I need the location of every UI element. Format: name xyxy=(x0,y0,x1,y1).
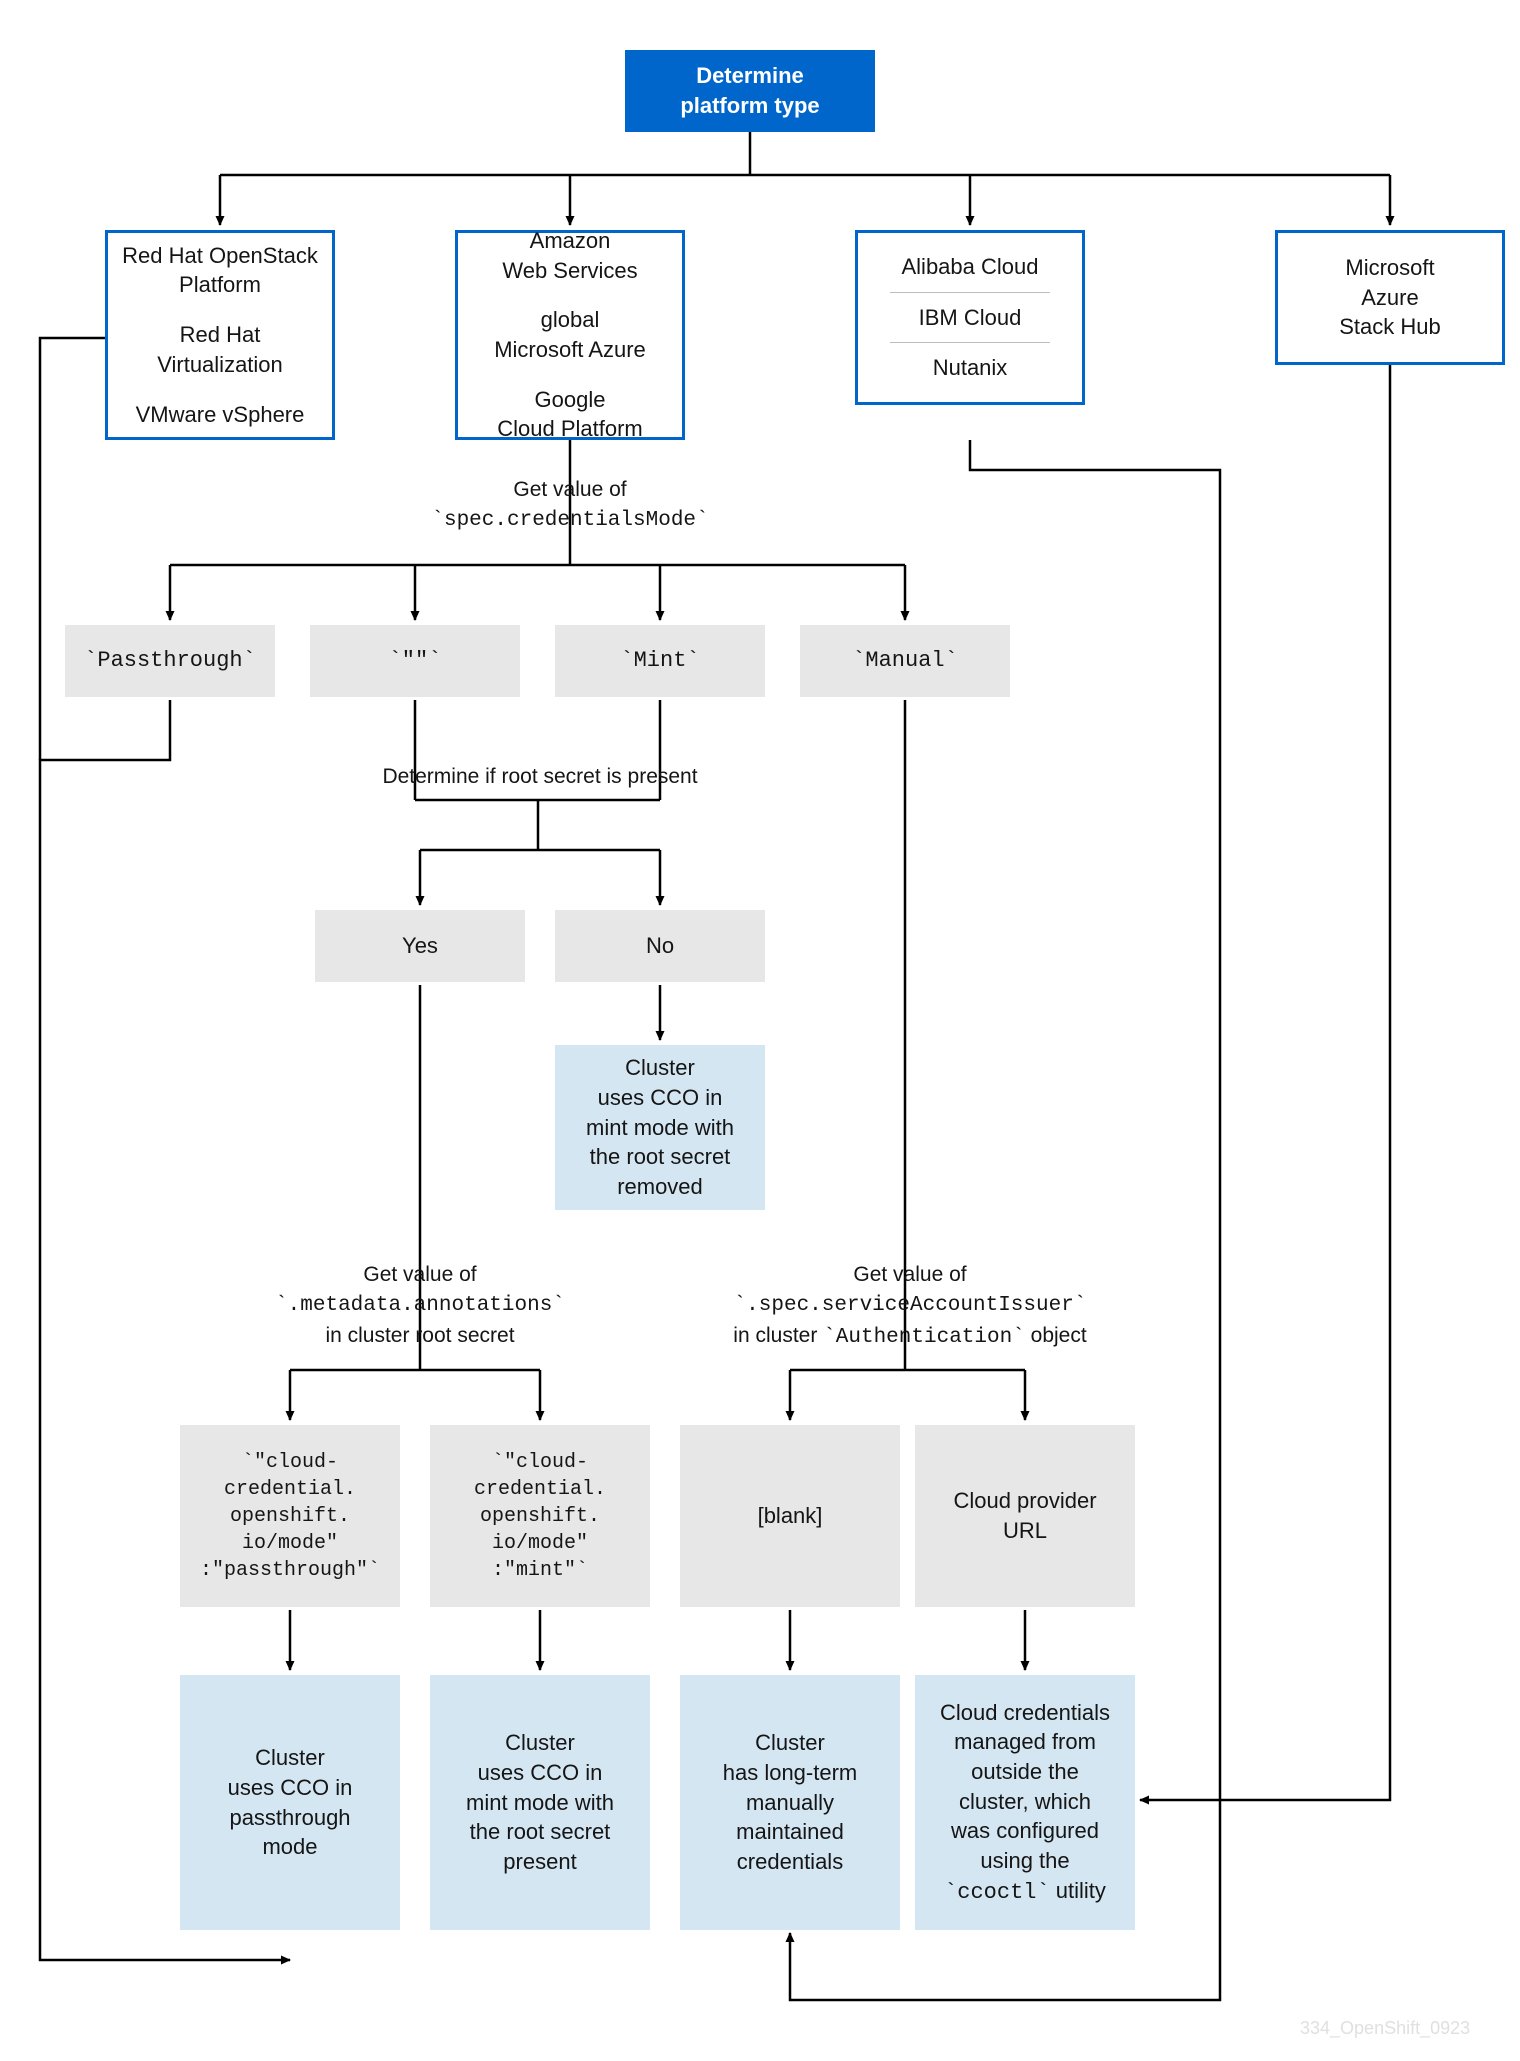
rootsecret-label: Determine if root secret is present xyxy=(330,762,750,791)
watermark: 334_OpenShift_0923 xyxy=(1300,2018,1470,2039)
issuer-url: Cloud provider URL xyxy=(915,1425,1135,1607)
platform-cloud-1: global Microsoft Azure xyxy=(494,305,646,364)
annotations-code: `.metadata.annotations` xyxy=(275,1294,565,1317)
result-ccoctl-post: utility xyxy=(1050,1878,1106,1903)
rootsecret-yes-label: Yes xyxy=(402,931,438,961)
platform-box-onprem: Red Hat OpenStack Platform Red Hat Virtu… xyxy=(105,230,335,440)
platform-box-azurestack: Microsoft Azure Stack Hub xyxy=(1275,230,1505,365)
issuer-post-1: in cluster xyxy=(733,1324,823,1347)
result-mint-present: Cluster uses CCO in mint mode with the r… xyxy=(430,1675,650,1930)
platform-box-other: Alibaba Cloud IBM Cloud Nutanix xyxy=(855,230,1085,405)
result-ccoctl: Cloud credentials managed from outside t… xyxy=(915,1675,1135,1930)
rootsecret-no: No xyxy=(555,910,765,982)
start-node: Determine platform type xyxy=(625,50,875,132)
platform-other-2: Nutanix xyxy=(933,353,1008,383)
annot-mint: `"cloud- credential. openshift. io/mode"… xyxy=(430,1425,650,1607)
issuer-label: Get value of `.spec.serviceAccountIssuer… xyxy=(695,1260,1125,1352)
mode-manual: `Manual` xyxy=(800,625,1010,697)
result-passthrough-text: Cluster uses CCO in passthrough mode xyxy=(228,1743,353,1862)
credmode-pre: Get value of xyxy=(513,478,626,501)
credmode-label: Get value of `spec.credentialsMode` xyxy=(400,475,740,536)
rootsecret-yes: Yes xyxy=(315,910,525,982)
issuer-blank: [blank] xyxy=(680,1425,900,1607)
issuer-pre: Get value of xyxy=(853,1263,966,1286)
result-mint-present-text: Cluster uses CCO in mint mode with the r… xyxy=(466,1728,614,1876)
result-ccoctl-pre: Cloud credentials managed from outside t… xyxy=(940,1698,1110,1876)
annot-mint-text: `"cloud- credential. openshift. io/mode"… xyxy=(474,1449,606,1584)
issuer-post-2: object xyxy=(1025,1324,1087,1347)
issuer-url-text: Cloud provider URL xyxy=(953,1486,1096,1545)
mode-manual-label: `Manual` xyxy=(852,646,958,676)
mode-passthrough-label: `Passthrough` xyxy=(84,646,256,676)
platform-other-1: IBM Cloud xyxy=(919,303,1022,333)
annot-passthrough-text: `"cloud- credential. openshift. io/mode"… xyxy=(200,1449,380,1584)
platform-cloud-0: Amazon Web Services xyxy=(502,226,637,285)
platform-box-cloud: Amazon Web Services global Microsoft Azu… xyxy=(455,230,685,440)
issuer-blank-text: [blank] xyxy=(758,1501,823,1531)
result-longterm: Cluster has long-term manually maintaine… xyxy=(680,1675,900,1930)
platform-onprem-0: Red Hat OpenStack Platform xyxy=(120,241,320,300)
start-label: Determine platform type xyxy=(680,61,819,120)
credmode-code: `spec.credentialsMode` xyxy=(431,509,708,532)
platform-onprem-2: VMware vSphere xyxy=(136,400,305,430)
platform-other-0: Alibaba Cloud xyxy=(902,252,1039,282)
annot-passthrough: `"cloud- credential. openshift. io/mode"… xyxy=(180,1425,400,1607)
platform-cloud-2: Google Cloud Platform xyxy=(497,385,643,444)
issuer-post-code: `Authentication` xyxy=(823,1326,1025,1349)
result-longterm-text: Cluster has long-term manually maintaine… xyxy=(723,1728,858,1876)
annotations-label: Get value of `.metadata.annotations` in … xyxy=(235,1260,605,1350)
annotations-pre: Get value of xyxy=(363,1263,476,1286)
platform-azurestack: Microsoft Azure Stack Hub xyxy=(1339,253,1441,342)
mode-mint: `Mint` xyxy=(555,625,765,697)
result-ccoctl-code: `ccoctl` xyxy=(944,1880,1050,1905)
annotations-post: in cluster root secret xyxy=(325,1324,514,1347)
flowchart-canvas: Determine platform type Red Hat OpenStac… xyxy=(0,0,1520,2061)
result-mint-removed: Cluster uses CCO in mint mode with the r… xyxy=(555,1045,765,1210)
rootsecret-text: Determine if root secret is present xyxy=(382,765,697,788)
mode-empty: `""` xyxy=(310,625,520,697)
mode-empty-label: `""` xyxy=(389,646,442,676)
mode-mint-label: `Mint` xyxy=(620,646,699,676)
issuer-code: `.spec.serviceAccountIssuer` xyxy=(734,1294,1087,1317)
platform-onprem-1: Red Hat Virtualization xyxy=(120,320,320,379)
result-mint-removed-text: Cluster uses CCO in mint mode with the r… xyxy=(586,1053,734,1201)
result-passthrough: Cluster uses CCO in passthrough mode xyxy=(180,1675,400,1930)
mode-passthrough: `Passthrough` xyxy=(65,625,275,697)
rootsecret-no-label: No xyxy=(646,931,674,961)
